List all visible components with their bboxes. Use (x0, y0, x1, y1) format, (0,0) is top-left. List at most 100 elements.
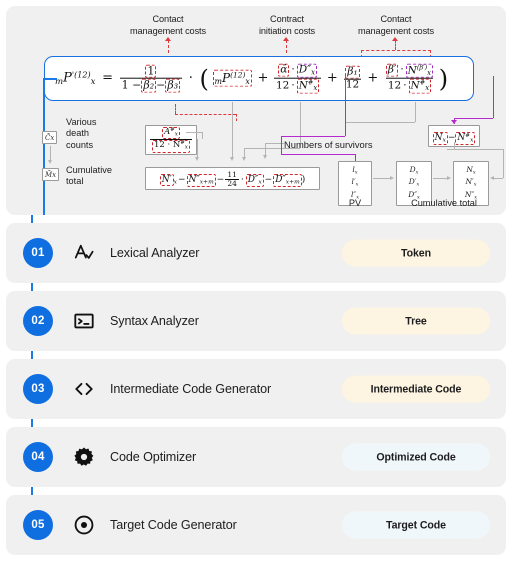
flow-step-row-2[interactable]: 02 Syntax Analyzer Tree (6, 291, 506, 351)
box-NN-b: N#x (455, 131, 476, 145)
step-badge-tree[interactable]: Tree (342, 307, 490, 335)
nn-feedback-h2 (494, 178, 503, 179)
survivors-leader (265, 143, 285, 144)
box-Nhash-b: N#x (408, 79, 432, 94)
vec-arrow-1-line (373, 178, 391, 179)
long-frac-num: 11 (227, 170, 237, 180)
blue-leader-line (43, 78, 45, 215)
red-connector-2 (286, 40, 287, 53)
gray-arrow-c (241, 157, 246, 161)
box-long-t2: N″x+m (186, 174, 216, 187)
step-number-02: 02 (23, 306, 53, 336)
gray-conn-b (232, 102, 233, 157)
legend-text-death: Various death counts (66, 117, 128, 151)
box-one: 1 (145, 64, 157, 78)
nn-feedback-v2 (503, 149, 504, 178)
red-connector-1 (168, 40, 169, 53)
annotation-3-line2: management costs (357, 25, 435, 36)
formula-diagram-panel: Contact management costs Contract initia… (6, 6, 506, 215)
long-frac-den: 24 (225, 179, 239, 189)
survivors-arrow (262, 155, 267, 159)
step-title-syntax-analyzer: Syntax Analyzer (110, 314, 199, 328)
paren-close: ) (438, 64, 449, 93)
red-arrow-2 (283, 37, 289, 41)
flow-step-row-3[interactable]: 03 Intermediate Code Generator Intermedi… (6, 359, 506, 419)
legend-cum-l2: total (66, 176, 84, 187)
box-term1: mP(12)x (212, 69, 252, 88)
legend-glyph-cumulative: M̄x (42, 168, 60, 181)
box-beta2: β₂ (141, 79, 157, 93)
legend-death-l1: Various (66, 117, 97, 127)
formula-plus-2: + (326, 70, 338, 86)
step-badge-optimized-code[interactable]: Optimized Code (342, 443, 490, 471)
step-title-code-optimizer: Code Optimizer (110, 450, 197, 464)
nn-feedback-arrow (490, 175, 494, 180)
flow-step-row-4[interactable]: 04 Code Optimizer Optimized Code (6, 427, 506, 487)
step-badge-token[interactable]: Token (342, 239, 490, 267)
formula-leading-fraction: 1 1 − β₂ − β₃ (119, 64, 183, 93)
box-long-t3: D″x (245, 174, 264, 187)
nn-feedback-v (454, 142, 455, 149)
legend-connector (50, 146, 51, 161)
formula-dot-1: · (188, 70, 193, 86)
box-Nbeta: N(β′)x (405, 63, 434, 78)
denom-12-a: 12 (276, 79, 290, 92)
legend-glyph-death: C̄x (42, 131, 58, 144)
red-link-term1-bar (175, 114, 236, 115)
vec-arrow-1 (390, 175, 394, 180)
step-title-lexical-analyzer: Lexical Analyzer (110, 246, 200, 260)
paren-open: ( (199, 64, 209, 93)
legend-cum-l1: Cumulative (66, 165, 112, 175)
red-link-term1-right (236, 114, 237, 121)
vec-arrow-2-line (433, 178, 448, 179)
denom-12-c: 12 (387, 79, 402, 92)
gray-conn-a (197, 139, 198, 157)
long-op3: − (264, 175, 273, 185)
gray-conn-c (244, 148, 245, 157)
step-badge-intermediate-code[interactable]: Intermediate Code (342, 375, 490, 403)
legend-text-cumulative: Cumulative total (66, 165, 128, 188)
angle-brackets-icon (72, 377, 96, 401)
gear-icon (72, 445, 96, 469)
gray-arrow-b (229, 157, 234, 161)
box-A-num: A#x (162, 127, 180, 140)
subexpr-box-long: N′ x− N″x+m −11 24 · D″x − D″x+m) (145, 167, 320, 190)
annotation-2-line2: initiation costs (258, 25, 316, 36)
denom-12-b: 12 (345, 79, 360, 91)
legend-arrow (47, 160, 52, 164)
gray-conn-e (415, 102, 416, 122)
flow-step-row-5[interactable]: 05 Target Code Generator Target Code (6, 495, 506, 555)
gray-arrow-a (194, 157, 199, 161)
page-root: Contact management costs Contract initia… (0, 0, 512, 563)
box-beta3: β₃ (165, 79, 181, 93)
flow-step-row-1[interactable]: 01 Lexical Analyzer Token (6, 223, 506, 283)
box-Nhash-a: N#x (296, 78, 320, 94)
box-betaprime: β′ (385, 63, 399, 77)
annotation-1-line1: Contact (152, 14, 184, 24)
box-Dpp: D″x (296, 63, 317, 78)
red-arrow-1 (165, 37, 171, 41)
caption-cumulative-total: Cumulative total (411, 198, 477, 208)
step-number-04: 04 (23, 442, 53, 472)
step-badge-target-code[interactable]: Target Code (342, 511, 490, 539)
caption-pv: PV (348, 198, 362, 208)
step-number-03: 03 (23, 374, 53, 404)
red-connector-3-bar (361, 50, 431, 51)
annotation-3-line1: Contact (380, 14, 412, 24)
formula-plus-1: + (257, 70, 269, 86)
gray-conn-e-h (346, 122, 415, 123)
step-number-05: 05 (23, 510, 53, 540)
terminal-icon (72, 309, 96, 333)
vec-arrow-2 (447, 175, 451, 180)
purple-line-2-h (454, 118, 493, 119)
step-title-intermediate-code-generator: Intermediate Code Generator (110, 382, 272, 396)
formula-fraction-beta1: β₁ 12 (343, 65, 362, 91)
blue-leader-stub (43, 78, 57, 80)
main-formula-box: mP'(12)x = 1 1 − β₂ − β₃ · ( mP(12)x + ᾱ · D… (44, 56, 474, 101)
letter-a-check-icon (72, 241, 96, 265)
annotation-label-2: Contract initiation costs (242, 14, 332, 37)
long-paren: ) (301, 175, 306, 185)
red-arrow-3 (392, 37, 398, 41)
step-title-target-code-generator: Target Code Generator (110, 518, 237, 532)
denom-minus: − (156, 79, 166, 92)
